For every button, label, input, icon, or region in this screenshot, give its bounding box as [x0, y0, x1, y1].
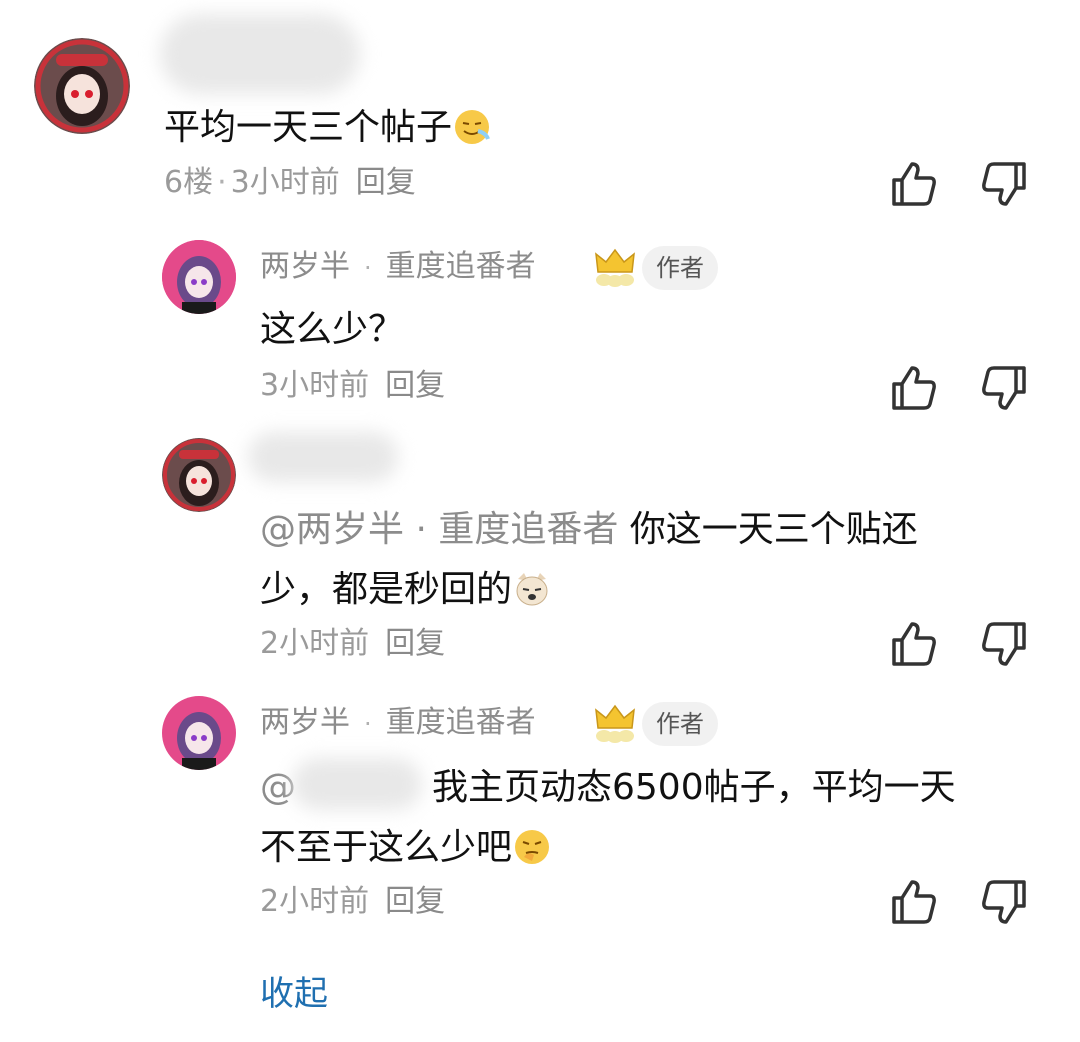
username-redacted: [248, 432, 398, 482]
author-badge: 作者: [642, 246, 718, 290]
comment-text-line2: 少，都是秒回的: [260, 566, 552, 622]
dog-emoji-icon: [512, 569, 552, 622]
comment-meta: 3小时前 回复: [260, 366, 445, 406]
timestamp: 3小时前: [230, 165, 340, 200]
avatar[interactable]: [162, 438, 236, 512]
thumbs-down-icon[interactable]: [978, 158, 1030, 210]
thumbs-down-icon[interactable]: [978, 876, 1030, 928]
reply-button[interactable]: 回复: [385, 368, 445, 403]
username[interactable]: 两岁半 · 重度追番者: [260, 703, 536, 744]
username[interactable]: 两岁半 · 重度追番者: [260, 247, 536, 288]
thumbs-up-icon[interactable]: [888, 876, 940, 928]
username-redacted: [160, 14, 360, 94]
crown-icon: [592, 246, 638, 290]
author-badge: 作者: [642, 702, 718, 746]
reply-button[interactable]: 回复: [356, 165, 416, 200]
avatar[interactable]: [34, 38, 130, 134]
comment-meta: 6楼 · 3小时前 回复: [164, 165, 416, 200]
thumbs-up-icon[interactable]: [888, 618, 940, 670]
comment-meta: 2小时前 回复: [260, 624, 445, 664]
comment-meta: 2小时前 回复: [260, 882, 445, 922]
reply-button[interactable]: 回复: [385, 884, 445, 919]
thumbs-up-icon[interactable]: [888, 362, 940, 414]
timestamp: 2小时前: [260, 626, 370, 661]
collapse-replies-button[interactable]: 收起: [260, 966, 328, 1015]
thinking-emoji-icon: [512, 827, 552, 880]
avatar[interactable]: [162, 240, 236, 314]
mention-link[interactable]: @两岁半 · 重度追番者: [260, 509, 618, 550]
crown-icon: [592, 702, 638, 746]
floor-number: 6楼: [164, 165, 214, 200]
mention-link[interactable]: @: [260, 767, 296, 808]
thumbs-down-icon[interactable]: [978, 362, 1030, 414]
timestamp: 3小时前: [260, 368, 370, 403]
comment-text: 平均一天三个帖子: [164, 104, 492, 160]
comment-text-line1: 我主页动态6500帖子，平均一天: [432, 767, 956, 808]
timestamp: 2小时前: [260, 884, 370, 919]
thumbs-up-icon[interactable]: [888, 158, 940, 210]
thumbs-down-icon[interactable]: [978, 618, 1030, 670]
reply-button[interactable]: 回复: [385, 626, 445, 661]
avatar[interactable]: [162, 696, 236, 770]
mention-redacted: [292, 758, 422, 810]
comment-text: @: [260, 764, 296, 812]
comment-text: 这么少？: [260, 309, 405, 350]
emoji-icon: [452, 107, 492, 160]
comment-text-line2: 不至于这么少吧: [260, 824, 552, 880]
comment-text: @两岁半 · 重度追番者 你这一天三个贴还: [260, 509, 918, 550]
